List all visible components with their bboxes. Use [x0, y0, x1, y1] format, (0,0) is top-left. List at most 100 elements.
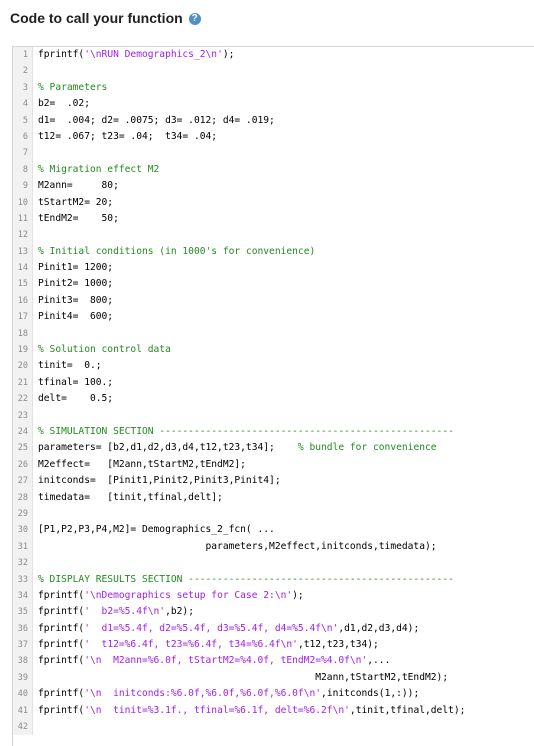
code-token: fprintf(: [38, 688, 85, 700]
comment-token: % Solution control data: [38, 344, 171, 356]
help-icon[interactable]: ?: [188, 12, 201, 25]
code-token: timedata= [tinit,tfinal,delt];: [38, 491, 223, 503]
string-token: '\n initconds:%6.0f,%6.0f,%6.0f,%6.0f\n': [84, 688, 322, 700]
line-number: 19: [13, 342, 33, 359]
code-line: 29: [13, 505, 534, 523]
code-token: tinit= 0.;: [38, 360, 102, 372]
code-line: 41 fprintf('\n tinit=%3.1f., tfinal=%6.1f…: [13, 702, 534, 720]
line-number: 35: [13, 604, 33, 621]
code-line: 10 tStartM2= 20;: [13, 194, 534, 211]
code-line: 15 Pinit2= 1000;: [13, 276, 534, 293]
code-text: fprintf('\nRUN Demographics_2\n');: [33, 47, 234, 63]
code-text: % Migration effect M2: [33, 162, 159, 178]
code-text: fprintf('\nDemographics setup for Case 2…: [33, 588, 304, 604]
code-line: 28 timedata= [tinit,tfinal,delt];: [13, 489, 534, 506]
code-token: M2ann= 80;: [38, 180, 119, 192]
code-text: fprintf(' t12=%6.4f, t23=%6.4f, t34=%6.4…: [33, 637, 379, 653]
code-text: d1= .004; d2= .0075; d3= .012; d4= .019;: [33, 113, 275, 129]
code-token: M2ann,tStartM2,tEndM2);: [38, 671, 449, 683]
line-number: 38: [13, 653, 33, 670]
code-token: ,b2);: [165, 606, 194, 618]
code-line: 6 t12= .067; t23= .04; t34= .04;: [13, 128, 534, 146]
line-number: 7: [13, 145, 33, 162]
code-line: 3 % Parameters: [13, 79, 534, 97]
code-line: 14 Pinit1= 1200;: [13, 260, 534, 277]
line-number: 26: [13, 456, 33, 474]
code-line: 13 % Initial conditions (in 1000's for co…: [13, 243, 534, 261]
line-number: 30: [13, 522, 33, 539]
code-token: ,d1,d2,d3,d4);: [338, 622, 420, 634]
code-line: 27 initconds= [Pinit1,Pinit2,Pinit3,Pinit…: [13, 473, 534, 490]
line-number: 41: [13, 702, 33, 720]
code-text: % DISPLAY RESULTS SECTION --------------…: [33, 572, 454, 588]
line-number: 11: [13, 210, 33, 228]
code-token: [P1,P2,P3,P4,M2]= Demographics_2_fcn( ..…: [38, 524, 275, 536]
line-number: 3: [13, 79, 33, 97]
line-number: 17: [13, 309, 33, 326]
code-line: 12: [13, 227, 534, 244]
line-number: 31: [13, 538, 33, 556]
code-token: ,initconds(1,:));: [321, 688, 420, 700]
code-line: 19 % Solution control data: [13, 342, 534, 359]
comment-token: % DISPLAY RESULTS SECTION --------------…: [38, 573, 454, 585]
code-line: 17 Pinit4= 600;: [13, 309, 534, 326]
line-number: 6: [13, 128, 33, 146]
code-line: 32: [13, 555, 534, 572]
code-text: M2ann,tStartM2,tEndM2);: [33, 670, 448, 686]
code-text: parameters,M2effect,initconds,timedata);: [33, 539, 437, 555]
code-editor[interactable]: 1 fprintf('\nRUN Demographics_2\n'); 2 3% P…: [12, 46, 534, 746]
section-title: Code to call your function: [10, 10, 183, 26]
code-line: 20 tinit= 0.;: [13, 358, 534, 375]
line-number: 34: [13, 587, 33, 605]
code-text: delt= 0.5;: [33, 391, 113, 407]
comment-token: % SIMULATION SECTION -------------------…: [38, 425, 454, 437]
line-number: 16: [13, 292, 33, 310]
code-text: initconds= [Pinit1,Pinit2,Pinit3,Pinit4]…: [33, 473, 281, 489]
code-text: fprintf('\n tinit=%3.1f., tfinal=%6.1f, …: [33, 703, 465, 719]
line-number: 8: [13, 161, 33, 179]
code-line: 40 fprintf('\n initconds:%6.0f,%6.0f,%6.0…: [13, 686, 534, 703]
comment-token: % Migration effect M2: [38, 163, 160, 175]
code-text: t12= .067; t23= .04; t34= .04;: [33, 129, 217, 145]
line-number: 28: [13, 489, 33, 506]
string-token: '\n tinit=%3.1f., tfinal=%6.1f, delt=%6.…: [84, 704, 350, 716]
line-number: 15: [13, 276, 33, 293]
code-line: 36 fprintf(' d1=%5.4f, d2=%5.4f, d3=%5.4f…: [13, 620, 534, 638]
line-number: 24: [13, 423, 33, 441]
line-number: 22: [13, 391, 33, 408]
code-token: Pinit3= 800;: [38, 294, 114, 306]
code-token: );: [222, 49, 235, 60]
line-number: 14: [13, 260, 33, 277]
line-number: 18: [13, 325, 33, 343]
section-header: Code to call your function ?: [10, 8, 201, 28]
code-token: delt= 0.5;: [38, 393, 114, 405]
code-text: tfinal= 100.;: [33, 375, 113, 391]
comment-token: % bundle for convenience: [297, 442, 437, 454]
code-line: 18: [13, 325, 534, 343]
code-token: t12= .067; t23= .04; t34= .04;: [38, 130, 218, 142]
line-number: 25: [13, 440, 33, 457]
code-text: tStartM2= 20;: [33, 195, 113, 211]
code-line: 1 fprintf('\nRUN Demographics_2\n');: [13, 47, 534, 64]
code-line: 26 M2effect= [M2ann,tStartM2,tEndM2];: [13, 456, 534, 474]
code-token: tEndM2= 50;: [38, 212, 119, 224]
line-number: 10: [13, 194, 33, 211]
code-line: 37 fprintf(' t12=%6.4f, t23=%6.4f, t34=%6…: [13, 637, 534, 654]
code-text: fprintf(' d1=%5.4f, d2=%5.4f, d3=%5.4f, …: [33, 621, 419, 637]
code-token: fprintf(: [38, 49, 85, 60]
line-number: 12: [13, 227, 33, 244]
line-number: 39: [13, 669, 33, 687]
code-line: 38 fprintf('\n M2ann=%6.0f, tStartM2=%4.0…: [13, 653, 534, 670]
line-number: 37: [13, 637, 33, 654]
code-text: fprintf('\n M2ann=%6.0f, tStartM2=%4.0f,…: [33, 653, 390, 669]
string-token: ' d1=%5.4f, d2=%5.4f, d3=%5.4f, d4=%5.4f…: [84, 622, 339, 634]
code-text: M2ann= 80;: [33, 178, 119, 194]
line-number: 21: [13, 374, 33, 392]
code-text: % SIMULATION SECTION -------------------…: [33, 424, 454, 440]
code-text: tinit= 0.;: [33, 358, 102, 374]
code-line: 23: [13, 407, 534, 424]
code-token: fprintf(: [38, 704, 85, 716]
